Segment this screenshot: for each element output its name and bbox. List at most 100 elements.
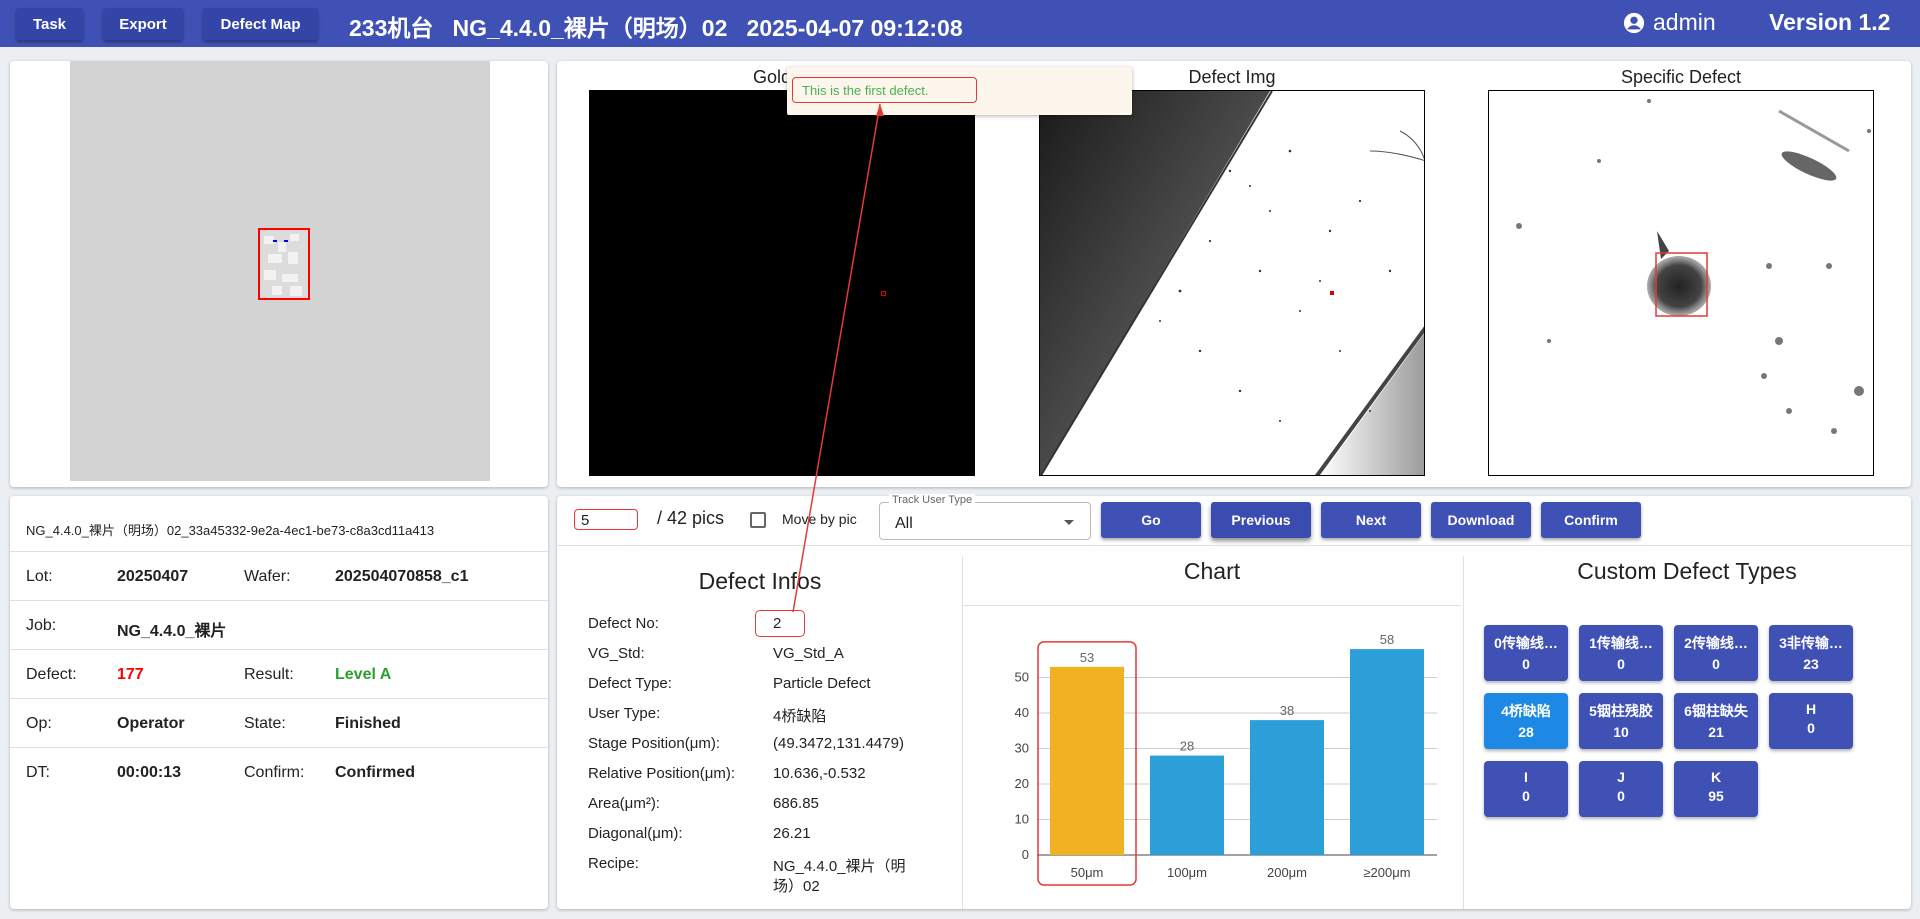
recipe-label: Recipe:	[588, 855, 639, 872]
custom-defect-type-button[interactable]: 5铟柱残胶 10	[1579, 693, 1663, 749]
y-tick-label: 30	[1015, 741, 1029, 756]
user-type-value: 4桥缺陷	[773, 708, 827, 725]
page-title: 233机台 NG_4.4.0_裸片（明场）02 2025-04-07 09:12…	[349, 15, 963, 41]
page-number-input[interactable]: 5	[574, 509, 638, 530]
user-type-label: User Type:	[588, 705, 661, 722]
defect-type-name: 0传输线…	[1494, 635, 1558, 651]
defect-type-label: Defect Type:	[588, 675, 672, 692]
version-label: Version 1.2	[1769, 9, 1891, 35]
golden-image[interactable]	[589, 90, 975, 476]
defect-type-name: 2传输线…	[1684, 635, 1748, 651]
stage-position-value: (49.3472,131.4479)	[773, 735, 904, 752]
vg-std-label: VG_Std:	[588, 645, 645, 662]
stage-position-label: Stage Position(μm):	[588, 735, 721, 752]
chart-bar[interactable]	[1250, 720, 1324, 855]
track-user-type-legend: Track User Type	[889, 494, 976, 506]
custom-defect-type-button[interactable]: 4桥缺陷 28	[1484, 693, 1568, 749]
confirm-value: Confirmed	[335, 764, 415, 781]
defect-type-count: 0	[1617, 656, 1625, 672]
size-distribution-chart: 0 10 20 30 40 50 53 50μm 28 100μm 38 200μm 58 ≥200μm	[963, 605, 1461, 907]
move-by-pic-label: Move by pic	[782, 511, 857, 527]
diagonal-value: 26.21	[773, 825, 811, 842]
bar-value-label: 38	[1280, 703, 1294, 718]
defect-type-count: 21	[1708, 724, 1724, 740]
recipe-value-line2: 场）02	[773, 878, 820, 895]
track-user-type-value: All	[895, 515, 913, 532]
custom-defect-type-button[interactable]: I0	[1484, 761, 1568, 817]
defect-type-name: 3非传输…	[1779, 635, 1843, 651]
defect-image[interactable]	[1039, 90, 1425, 476]
download-button[interactable]: Download	[1431, 502, 1531, 538]
track-user-type-select[interactable]: Track User Type All	[879, 494, 1091, 540]
preview-defect-highlight	[258, 228, 310, 300]
defect-type-count: 10	[1613, 724, 1629, 740]
custom-defect-type-button[interactable]: K 95	[1674, 761, 1758, 817]
defect-map-button[interactable]: Defect Map	[203, 8, 318, 40]
relative-position-value: 10.636,-0.532	[773, 765, 866, 782]
state-value: Finished	[335, 715, 401, 732]
wafer-name: NG_4.4.0_裸片（明场）02_33a45332-9e2a-4ec1-be7…	[26, 523, 435, 538]
chart-bar[interactable]	[1150, 755, 1224, 855]
specific-defect-image[interactable]	[1488, 90, 1874, 476]
op-label: Op:	[26, 715, 52, 732]
custom-defect-type-button[interactable]: 0传输线… 0	[1484, 625, 1568, 681]
defect-type-value: Particle Defect	[773, 675, 871, 692]
info-row-job: Job: NG_4.4.0_裸片	[10, 600, 548, 650]
go-button[interactable]: Go	[1101, 502, 1201, 538]
user-menu[interactable]: admin	[1623, 9, 1716, 36]
next-button[interactable]: Next	[1321, 502, 1421, 538]
custom-defect-types-title: Custom Defect Types	[1577, 558, 1797, 584]
custom-defect-type-button[interactable]: 6铟柱缺失 21	[1674, 693, 1758, 749]
area-value: 686.85	[773, 795, 819, 812]
defect-infos-title: Defect Infos	[698, 568, 822, 594]
custom-defect-type-button[interactable]: H0	[1769, 693, 1853, 749]
lot-value: 20250407	[117, 568, 189, 585]
export-button[interactable]: Export	[103, 8, 183, 40]
account-circle-icon	[1623, 12, 1645, 33]
wafer-label: Wafer:	[244, 568, 291, 585]
golden-defect-marker	[881, 291, 886, 296]
specific-defect-label: Specific Defect	[1620, 67, 1742, 87]
defect-no-label: Defect No:	[588, 615, 659, 632]
user-name: admin	[1653, 9, 1716, 35]
defect-type-name: I	[1524, 769, 1528, 785]
relative-position-label: Relative Position(μm):	[588, 765, 736, 782]
defect-type-count: 0	[1712, 656, 1720, 672]
defect-count-value: 177	[117, 666, 144, 683]
confirm-button[interactable]: Confirm	[1541, 502, 1641, 538]
defect-type-count: 0	[1522, 656, 1530, 672]
custom-defect-type-button[interactable]: 1传输线… 0	[1579, 625, 1663, 681]
info-row-lot: Lot: 20250407 Wafer: 202504070858_c1	[10, 551, 548, 601]
task-button[interactable]: Task	[16, 8, 83, 40]
defect-type-count: 0	[1807, 720, 1815, 736]
defect-type-count: 0	[1617, 788, 1625, 804]
info-row-op: Op: Operator State: Finished	[10, 698, 548, 748]
previous-button[interactable]: Previous	[1211, 502, 1311, 538]
y-tick-label: 50	[1015, 670, 1029, 685]
custom-defect-type-button[interactable]: 2传输线… 0	[1674, 625, 1758, 681]
vg-std-value: VG_Std_A	[773, 645, 844, 662]
y-tick-label: 0	[1022, 847, 1029, 862]
chevron-down-icon	[1064, 520, 1074, 525]
section-divider	[1463, 556, 1464, 909]
defect-type-count: 23	[1803, 656, 1819, 672]
chart-bar[interactable]	[1050, 666, 1124, 855]
defect-type-name: K	[1710, 769, 1722, 785]
x-tick-label: 50μm	[1071, 865, 1104, 880]
defect-image-graphic	[1040, 91, 1424, 475]
state-label: State:	[244, 715, 286, 732]
defect-tooltip: This is the first defect.	[787, 67, 1132, 115]
custom-defect-type-button[interactable]: 3非传输… 23	[1769, 625, 1853, 681]
y-tick-label: 20	[1015, 776, 1029, 791]
move-by-pic-checkbox[interactable]	[750, 512, 766, 528]
lot-label: Lot:	[26, 568, 53, 585]
defect-type-name: 5铟柱残胶	[1589, 703, 1653, 719]
chart-svg: 0 10 20 30 40 50 53 50μm 28 100μm 38 200μm 58 ≥200μm	[1015, 632, 1437, 886]
custom-defect-type-button[interactable]: J0	[1579, 761, 1663, 817]
defect-type-name: J	[1617, 769, 1625, 785]
op-value: Operator	[117, 715, 185, 732]
defect-type-name: H	[1805, 701, 1817, 717]
confirm-label: Confirm:	[244, 764, 305, 781]
chart-bar[interactable]	[1350, 649, 1424, 855]
bar-value-label: 53	[1080, 650, 1094, 665]
